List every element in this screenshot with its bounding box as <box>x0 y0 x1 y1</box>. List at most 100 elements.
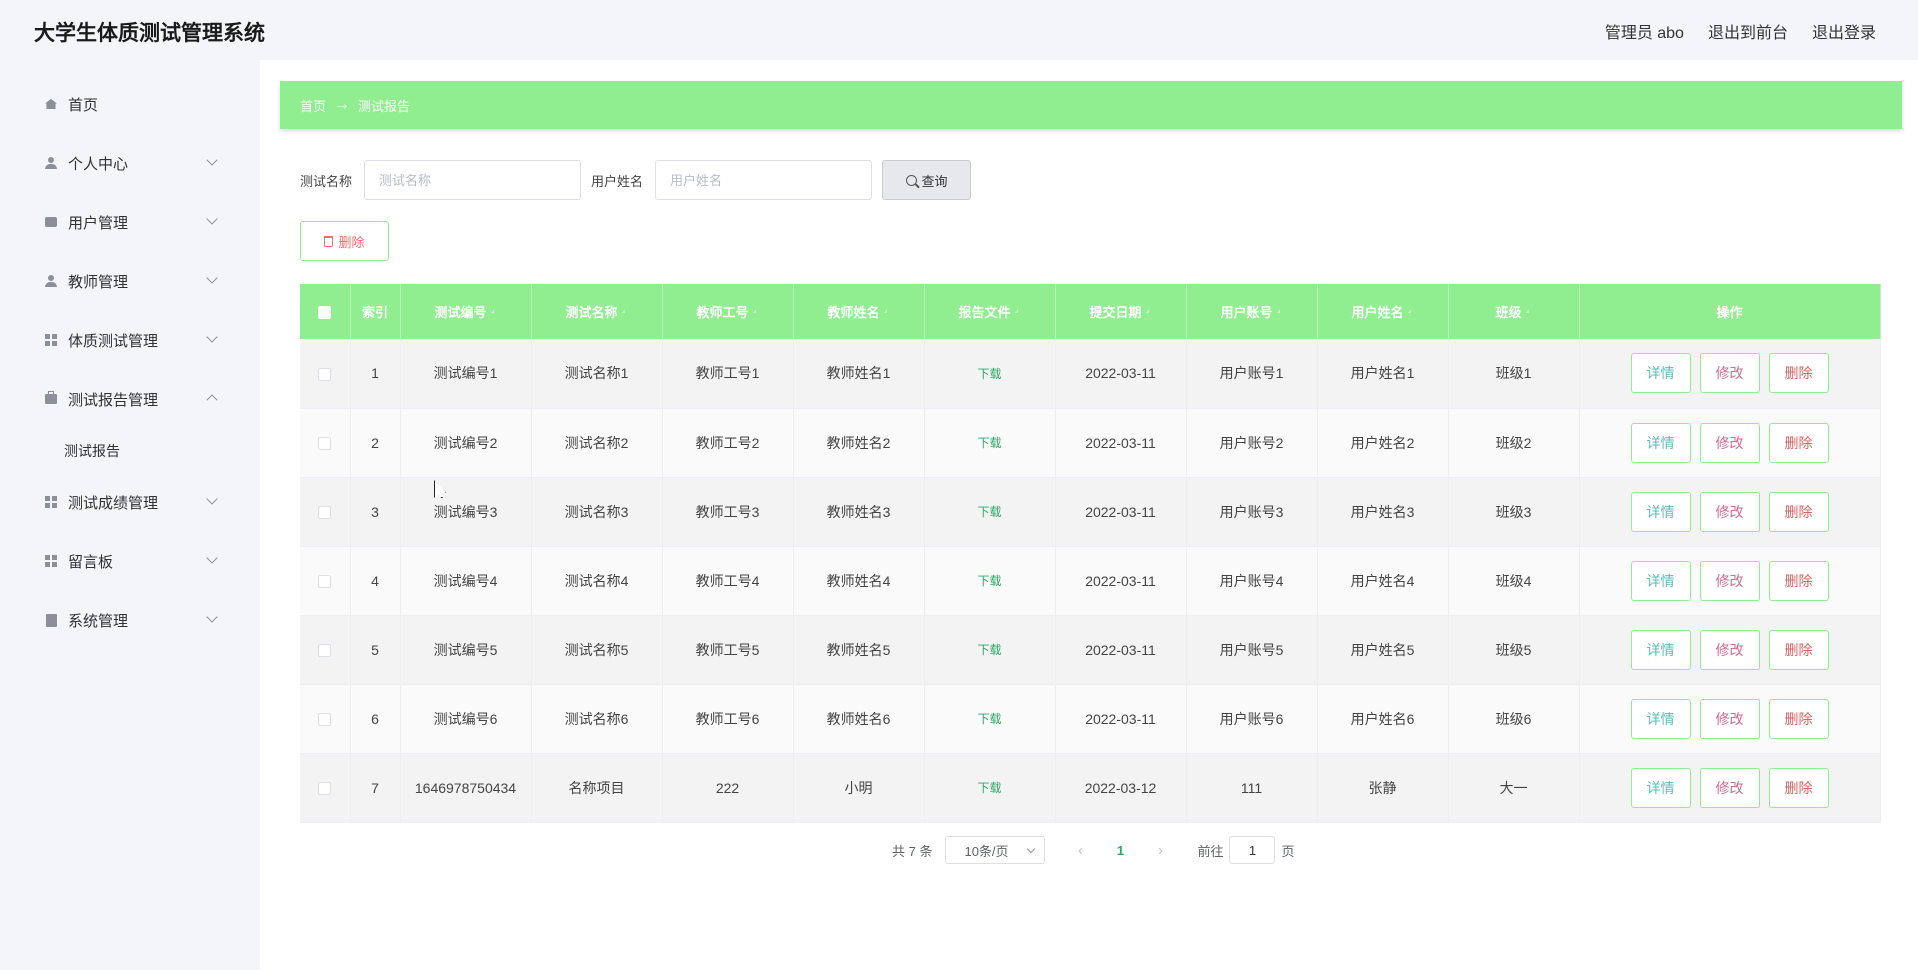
test-name-input[interactable] <box>364 160 582 200</box>
cell-account: 用户账号5 <box>1186 615 1318 685</box>
select-all-checkbox[interactable] <box>300 284 351 339</box>
download-link[interactable]: 下载 <box>977 367 1001 381</box>
cell-class: 班级4 <box>1448 546 1580 616</box>
column-header-submit-date[interactable]: 提交日期 <box>1055 284 1187 339</box>
table-row: 7 1646978750434 名称项目 222 小明 下载 2022-03-12 111 张静… <box>300 753 1881 823</box>
sidebar-item-test-score-management[interactable]: 测试成绩管理 <box>0 480 260 524</box>
edit-button[interactable]: 修改 <box>1699 629 1760 670</box>
cell-teacher-no: 教师工号5 <box>662 615 794 685</box>
cell-user-name: 张静 <box>1317 753 1449 823</box>
row-checkbox[interactable] <box>300 339 351 409</box>
download-link[interactable]: 下载 <box>977 643 1001 657</box>
column-header-account[interactable]: 用户账号 <box>1186 284 1318 339</box>
row-checkbox[interactable] <box>300 477 351 547</box>
column-header-teacher-no[interactable]: 教师工号 <box>662 284 794 339</box>
sidebar-item-system-management[interactable]: 系统管理 <box>0 598 260 642</box>
cell-submit-date: 2022-03-12 <box>1055 753 1187 823</box>
row-delete-button[interactable]: 删除 <box>1768 560 1829 601</box>
column-header-class[interactable]: 班级 <box>1448 284 1580 339</box>
chevron-down-icon <box>206 493 218 505</box>
prev-page-button[interactable]: ‹ <box>1067 836 1093 864</box>
breadcrumb-home[interactable]: 首页 <box>300 96 326 115</box>
table-row: 1 测试编号1 测试名称1 教师工号1 教师姓名1 下载 2022-03-11 用户账号1 用户… <box>300 339 1881 409</box>
row-checkbox[interactable] <box>300 408 351 478</box>
cell-user-name: 用户姓名4 <box>1317 546 1449 616</box>
detail-button[interactable]: 详情 <box>1630 353 1691 394</box>
detail-button[interactable]: 详情 <box>1630 698 1691 739</box>
download-link[interactable]: 下载 <box>977 781 1001 795</box>
row-delete-button[interactable]: 删除 <box>1768 491 1829 532</box>
row-delete-button[interactable]: 删除 <box>1768 422 1829 463</box>
cell-submit-date: 2022-03-11 <box>1055 339 1187 409</box>
query-button[interactable]: 查询 <box>882 160 972 200</box>
clipboard-icon <box>44 613 58 627</box>
goto-page-input[interactable] <box>1229 836 1276 864</box>
detail-button[interactable]: 详情 <box>1630 767 1691 808</box>
row-delete-button[interactable]: 删除 <box>1768 353 1829 394</box>
sidebar-item-fitness-test-management[interactable]: 体质测试管理 <box>0 318 260 362</box>
cell-report-file: 下载 <box>924 684 1056 754</box>
download-link[interactable]: 下载 <box>977 436 1001 450</box>
detail-button[interactable]: 详情 <box>1630 629 1691 670</box>
row-delete-button[interactable]: 删除 <box>1768 629 1829 670</box>
home-icon <box>44 97 58 111</box>
sidebar-subitem-test-report[interactable]: 测试报告 <box>0 429 260 473</box>
cell-submit-date: 2022-03-11 <box>1055 408 1187 478</box>
sidebar-item-personal-center[interactable]: 个人中心 <box>0 141 260 185</box>
cell-user-name: 用户姓名3 <box>1317 477 1449 547</box>
sidebar-item-message-board[interactable]: 留言板 <box>0 539 260 583</box>
detail-button[interactable]: 详情 <box>1630 560 1691 601</box>
download-link[interactable]: 下载 <box>977 712 1001 726</box>
row-checkbox[interactable] <box>300 753 351 823</box>
cell-test-name: 测试名称5 <box>531 615 663 685</box>
bulk-delete-button[interactable]: 删除 <box>300 221 389 261</box>
row-delete-button[interactable]: 删除 <box>1768 698 1829 739</box>
page-size-select[interactable]: 10条/页 <box>945 836 1046 864</box>
cell-teacher-name: 教师姓名5 <box>793 615 925 685</box>
row-checkbox[interactable] <box>300 684 351 754</box>
edit-button[interactable]: 修改 <box>1699 560 1760 601</box>
sort-icon <box>1145 308 1152 319</box>
download-link[interactable]: 下载 <box>977 574 1001 588</box>
grid-icon <box>44 333 58 347</box>
cell-test-no: 测试编号2 <box>400 408 532 478</box>
exit-to-front-link[interactable]: 退出到前台 <box>1708 19 1788 43</box>
column-header-teacher-name[interactable]: 教师姓名 <box>793 284 925 339</box>
logout-link[interactable]: 退出登录 <box>1812 19 1876 43</box>
edit-button[interactable]: 修改 <box>1699 422 1760 463</box>
row-delete-button[interactable]: 删除 <box>1768 767 1829 808</box>
row-checkbox[interactable] <box>300 615 351 685</box>
edit-button[interactable]: 修改 <box>1699 698 1760 739</box>
next-page-button[interactable]: › <box>1147 836 1173 864</box>
cell-index: 3 <box>350 477 401 547</box>
cell-user-name: 用户姓名5 <box>1317 615 1449 685</box>
admin-user-label[interactable]: 管理员 abo <box>1605 19 1684 43</box>
page-size-value: 10条/页 <box>964 843 1009 859</box>
download-link[interactable]: 下载 <box>977 505 1001 519</box>
edit-button[interactable]: 修改 <box>1699 767 1760 808</box>
detail-button[interactable]: 详情 <box>1630 422 1691 463</box>
sidebar-item-test-report-management[interactable]: 测试报告管理 <box>0 377 260 421</box>
column-header-user-name[interactable]: 用户姓名 <box>1317 284 1449 339</box>
edit-button[interactable]: 修改 <box>1699 353 1760 394</box>
table-row: 4 测试编号4 测试名称4 教师工号4 教师姓名4 下载 2022-03-11 用户账号4 用户… <box>300 546 1881 616</box>
cell-teacher-name: 教师姓名3 <box>793 477 925 547</box>
column-header-test-name[interactable]: 测试名称 <box>531 284 663 339</box>
column-header-test-no[interactable]: 测试编号 <box>400 284 532 339</box>
edit-button[interactable]: 修改 <box>1699 491 1760 532</box>
cell-index: 7 <box>350 753 401 823</box>
sidebar-item-user-management[interactable]: 用户管理 <box>0 200 260 244</box>
cell-teacher-no: 教师工号3 <box>662 477 794 547</box>
sidebar-item-home[interactable]: 首页 <box>0 82 260 126</box>
search-icon <box>905 174 917 186</box>
detail-button[interactable]: 详情 <box>1630 491 1691 532</box>
column-header-report-file[interactable]: 报告文件 <box>924 284 1056 339</box>
sidebar-item-label: 个人中心 <box>68 155 129 173</box>
report-table: 索引 测试编号 测试名称 教师工号 教师姓名 报告文件 提交日期 用户账号 用户… <box>300 284 1881 823</box>
cell-test-name: 测试名称3 <box>531 477 663 547</box>
cell-teacher-name: 教师姓名2 <box>793 408 925 478</box>
row-checkbox[interactable] <box>300 546 351 616</box>
sidebar-item-teacher-management[interactable]: 教师管理 <box>0 259 260 303</box>
user-name-input[interactable] <box>655 160 873 200</box>
page-number[interactable]: 1 <box>1105 836 1135 864</box>
